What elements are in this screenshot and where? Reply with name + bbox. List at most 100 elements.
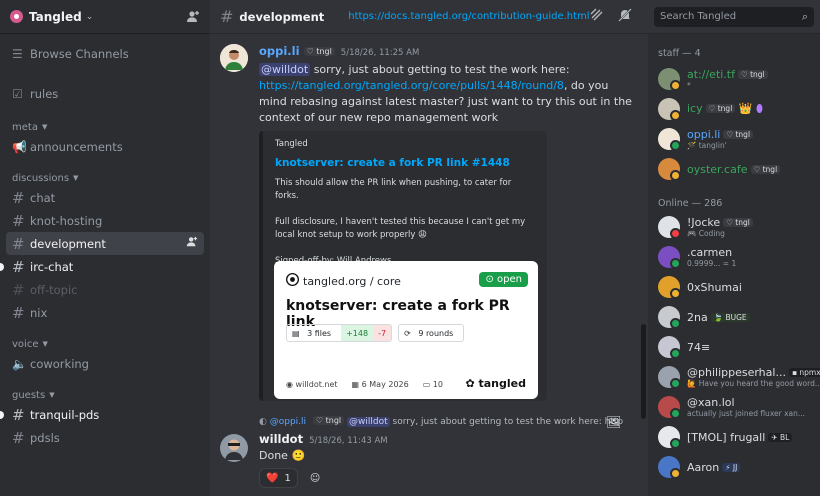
channel-nix[interactable]: # nix	[6, 301, 204, 324]
server-header[interactable]: Tangled ⌄	[0, 0, 210, 34]
member-status-label: Have you heard the good word...	[698, 379, 820, 388]
card-footer: ◉ willdot.net ▦ 6 May 2026 ▭ 10	[286, 380, 443, 389]
member-item[interactable]: oppi.li ♡ tngl 🪄 tanglin'	[648, 124, 820, 154]
member-name: .carmen	[687, 246, 733, 259]
avatar	[658, 456, 681, 479]
hash-icon: #	[12, 211, 25, 230]
user-mention[interactable]: @willdot	[259, 63, 311, 76]
channel-coworking[interactable]: 🔈 coworking	[6, 352, 204, 375]
category-discussions[interactable]: discussions ▼	[0, 170, 210, 186]
user-mention[interactable]: @willdot	[347, 417, 390, 427]
server-tag: 🍃 BUGE	[710, 312, 750, 322]
channel-header: # development https://docs.tangled.org/c…	[210, 0, 688, 34]
category-guests[interactable]: guests ▼	[0, 387, 210, 403]
channel-label: nix	[30, 305, 48, 320]
channel-pdsls[interactable]: # pdsls	[6, 426, 204, 449]
add-member-icon[interactable]	[186, 236, 198, 251]
hash-icon: #	[220, 7, 234, 26]
card-comments: ▭ 10	[422, 380, 444, 389]
member-item[interactable]: oyster.cafe ♡ tngl	[648, 154, 820, 184]
channel-announcements[interactable]: 📢 announcements	[6, 135, 204, 158]
avatar[interactable]	[220, 44, 248, 72]
member-name: oppi.li	[687, 128, 721, 141]
member-status: *	[687, 81, 691, 90]
avatar	[658, 366, 681, 389]
reaction-heart[interactable]: ❤️ 1	[259, 468, 298, 488]
channel-off-topic[interactable]: # off-topic	[6, 278, 204, 301]
channel-development[interactable]: # development	[6, 232, 204, 255]
server-tag-label: BL	[779, 432, 790, 442]
reply-preview[interactable]: ◐ @oppi.li ♡ tngl @willdot sorry, just a…	[259, 416, 623, 427]
message-timestamp: 5/18/26, 11:25 AM	[340, 48, 420, 58]
pr-status-label: open	[497, 274, 522, 285]
message-content: @willdot sorry, just about getting to te…	[259, 62, 632, 126]
channel-irc-chat[interactable]: # irc-chat	[0, 255, 204, 278]
browse-channels[interactable]: ☰ Browse Channels	[6, 42, 204, 65]
channel-chat[interactable]: # chat	[6, 186, 204, 209]
card-author-label: willdot.net	[295, 380, 338, 389]
message-link[interactable]: https://tangled.org/tangled.org/core/pul…	[259, 79, 564, 92]
member-item[interactable]: [TMOL] frugall ✈ BL	[648, 422, 820, 452]
message-timestamp: 5/18/26, 11:43 AM	[309, 436, 388, 446]
card-author: ◉ willdot.net	[286, 380, 338, 389]
card-date: ▦ 6 May 2026	[351, 380, 409, 389]
chevron-down-icon: ▼	[42, 340, 48, 348]
channel-label: rules	[30, 86, 59, 101]
mute-bell-icon[interactable]	[617, 7, 632, 26]
member-name-row: oppi.li ♡ tngl	[687, 128, 754, 141]
rounds-stat: ⟳ 9 rounds	[398, 324, 465, 342]
category-voice[interactable]: voice ▼	[0, 336, 210, 352]
member-name: !Jocke	[687, 216, 721, 229]
server-tag: ▪ npmx	[788, 368, 820, 377]
message-author[interactable]: oppi.li	[259, 44, 300, 58]
server-tag-label: tngl	[316, 47, 332, 56]
member-item[interactable]: !Jocke ♡ tngl 🎮 Coding	[648, 212, 820, 242]
channel-topic[interactable]: https://docs.tangled.org/contribution-gu…	[348, 11, 589, 22]
files-count-label: 3 files	[307, 328, 332, 338]
rules-checkbox-icon: ☑	[12, 86, 23, 101]
hash-icon: #	[12, 234, 25, 253]
channel-label: off-topic	[30, 282, 78, 297]
add-reaction-icon: ☺	[309, 472, 321, 484]
embed-image-card[interactable]: tangled.org / core ⊙ open knotserver: cr…	[274, 261, 538, 399]
hash-icon: #	[12, 280, 25, 299]
category-meta[interactable]: meta ▼	[0, 119, 210, 135]
channel-label: knot-hosting	[30, 213, 103, 228]
channel-rules[interactable]: ☑ rules	[6, 82, 204, 105]
scrollbar[interactable]	[641, 324, 646, 419]
member-name-row: icy ♡ tngl 👑 ⬮	[687, 102, 763, 116]
search-input[interactable]: Search Tangled ⌕	[654, 6, 814, 27]
member-item[interactable]: icy ♡ tngl 👑 ⬮	[648, 94, 820, 124]
member-item[interactable]: 0xShumai	[648, 272, 820, 302]
unread-indicator	[0, 263, 4, 271]
reply-text: sorry, just about getting to test the wo…	[389, 417, 624, 427]
server-tag: ♡ tngl	[750, 164, 781, 174]
member-item[interactable]: at://eti.tf ♡ tngl *	[648, 64, 820, 94]
member-item[interactable]: @xan.lol actually just joined fluxer xan.…	[648, 392, 820, 422]
add-reaction-button[interactable]: ☺	[304, 468, 326, 488]
message-author[interactable]: willdot	[259, 432, 303, 446]
member-item[interactable]: Aaron ⚡ JJ	[648, 452, 820, 482]
avatar	[658, 68, 681, 91]
reply-author[interactable]: @oppi.li	[270, 417, 306, 427]
avatar[interactable]	[220, 434, 248, 462]
channel-label: pdsls	[30, 430, 60, 445]
channel-tranquil-pds[interactable]: # tranquil-pds	[0, 403, 204, 426]
embed-title[interactable]: knotserver: create a fork PR link #1448	[275, 157, 535, 169]
server-tag: ♡ tngl	[723, 130, 754, 139]
member-name-row: @philippeserhal... ▪ npmx	[687, 366, 820, 379]
member-item[interactable]: 2na 🍃 BUGE	[648, 302, 820, 332]
channel-knot-hosting[interactable]: # knot-hosting	[6, 209, 204, 232]
add-member-icon[interactable]	[186, 10, 200, 24]
chevron-down-icon: ▼	[49, 391, 55, 399]
embed-paragraph: This should allow the PR link when pushi…	[275, 178, 512, 201]
member-item[interactable]: .carmen 0.9999... = 1	[648, 242, 820, 272]
channel-label: chat	[30, 190, 56, 205]
member-item[interactable]: @philippeserhal... ▪ npmx 🙋 Have you heard…	[648, 362, 820, 392]
member-item[interactable]: 74≡	[648, 332, 820, 362]
files-count: ▤ 3 files	[287, 329, 341, 338]
avatar	[658, 306, 681, 329]
threads-icon[interactable]	[590, 8, 604, 26]
slightly-smiling-emoji: 🙂	[291, 449, 306, 462]
hash-icon: #	[12, 303, 25, 322]
